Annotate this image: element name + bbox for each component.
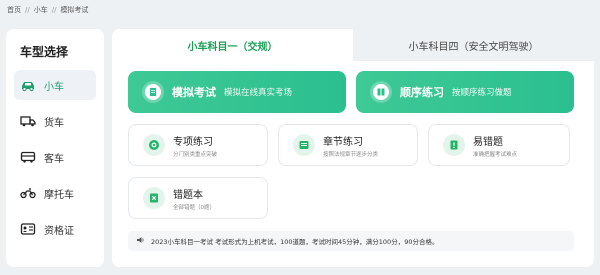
sidebar-item-truck[interactable]: 货车 bbox=[14, 106, 96, 136]
sidebar-item-label: 小车 bbox=[44, 81, 64, 93]
special-practice-subtitle: 分门别类重点突破 bbox=[173, 151, 218, 158]
breadcrumb-separator: // bbox=[51, 6, 57, 14]
mock-exam-button[interactable]: 模拟考试 模拟在线真实考场 bbox=[128, 71, 346, 113]
mock-exam-title: 模拟考试 bbox=[172, 86, 216, 99]
special-practice-card[interactable]: 专项练习 分门别类重点突破 bbox=[128, 124, 268, 166]
breadcrumb: 首页 // 小车 // 模拟考试 bbox=[7, 5, 88, 15]
sidebar-item-car[interactable]: 小车 bbox=[14, 70, 96, 100]
wrong-book-card[interactable]: 错题本 全部错题（0题） bbox=[128, 177, 268, 219]
target-icon bbox=[143, 134, 165, 156]
sidebar-item-motorcycle[interactable]: 摩托车 bbox=[14, 178, 96, 208]
sequence-practice-title: 顺序练习 bbox=[400, 86, 444, 99]
sequence-practice-subtitle: 按顺序练习做题 bbox=[452, 88, 512, 98]
sequence-icon bbox=[373, 84, 389, 100]
certificate-icon bbox=[20, 222, 36, 236]
car-icon bbox=[20, 78, 36, 92]
exam-notice: 2023小车科目一考试 考试形式为上机考试，100道题，考试时间45分钟，满分1… bbox=[128, 231, 574, 251]
speaker-icon bbox=[136, 236, 145, 246]
vehicle-sidebar: 车型选择 小车 货车 客车 摩托车 资格证 bbox=[6, 29, 104, 267]
error-prone-subtitle: 准确把握考试难点 bbox=[473, 151, 518, 158]
exam-notice-text: 2023小车科目一考试 考试形式为上机考试，100道题，考试时间45分钟，满分1… bbox=[151, 238, 439, 246]
sidebar-title: 车型选择 bbox=[20, 45, 69, 59]
chapter-practice-card[interactable]: 章节练习 按照法规章节逐步分类 bbox=[278, 124, 418, 166]
tab-subject-one[interactable]: 小车科目一（交规） bbox=[112, 29, 353, 61]
exam-paper-icon bbox=[145, 84, 161, 100]
truck-icon bbox=[20, 114, 36, 128]
breadcrumb-separator: // bbox=[25, 6, 30, 14]
chapter-icon bbox=[293, 134, 315, 156]
bus-icon bbox=[20, 150, 36, 164]
sidebar-item-label: 摩托车 bbox=[44, 189, 74, 201]
sequence-practice-button[interactable]: 顺序练习 按顺序练习做题 bbox=[356, 71, 574, 113]
main-panel: 小车科目一（交规） 小车科目四（安全文明驾驶） 模拟考试 模拟在线真实考场 顺序… bbox=[112, 29, 594, 267]
tab-subject-four[interactable]: 小车科目四（安全文明驾驶） bbox=[353, 29, 594, 61]
breadcrumb-car[interactable]: 小车 bbox=[34, 5, 48, 15]
chapter-practice-title: 章节练习 bbox=[323, 136, 363, 148]
error-prone-title: 易错题 bbox=[473, 136, 503, 148]
wrong-book-icon bbox=[143, 187, 165, 209]
subject-tabs: 小车科目一（交规） 小车科目四（安全文明驾驶） bbox=[112, 29, 594, 61]
sidebar-item-certificate[interactable]: 资格证 bbox=[14, 214, 96, 244]
sidebar-item-label: 客车 bbox=[44, 153, 64, 165]
error-prone-card[interactable]: 易错题 准确把握考试难点 bbox=[428, 124, 570, 166]
chapter-practice-subtitle: 按照法规章节逐步分类 bbox=[323, 151, 379, 158]
sidebar-item-label: 资格证 bbox=[44, 225, 74, 237]
sidebar-item-label: 货车 bbox=[44, 117, 64, 129]
warning-icon bbox=[443, 134, 465, 156]
special-practice-title: 专项练习 bbox=[173, 136, 213, 148]
breadcrumb-current: 模拟考试 bbox=[60, 6, 89, 14]
breadcrumb-home[interactable]: 首页 bbox=[7, 5, 21, 15]
motorcycle-icon bbox=[20, 186, 36, 200]
wrong-book-title: 错题本 bbox=[173, 189, 203, 201]
sidebar-item-bus[interactable]: 客车 bbox=[14, 142, 96, 172]
wrong-book-subtitle: 全部错题（0题） bbox=[173, 204, 215, 211]
mock-exam-subtitle: 模拟在线真实考场 bbox=[224, 88, 293, 98]
